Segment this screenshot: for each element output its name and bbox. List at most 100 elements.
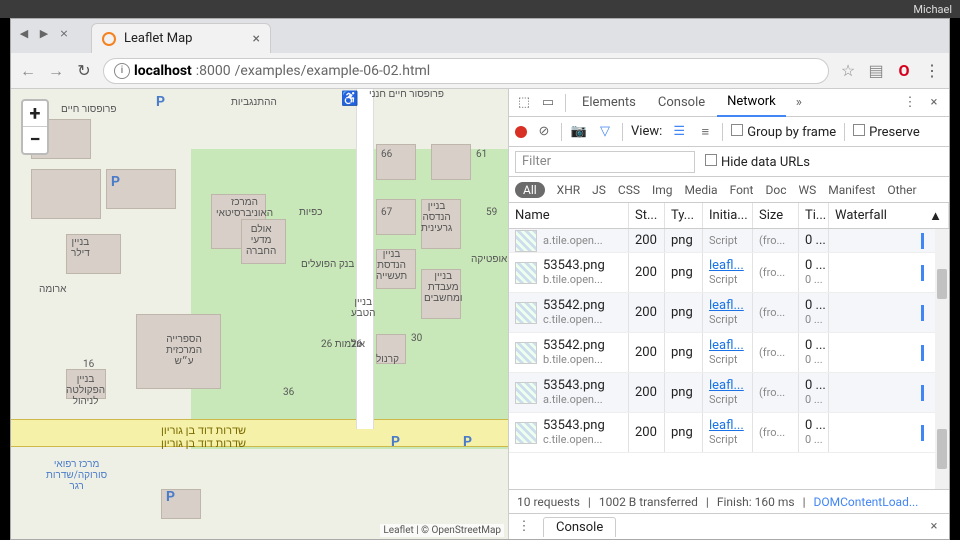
forward-button: → — [47, 61, 65, 81]
zoom-control: + − — [21, 99, 49, 155]
tile-thumbnail-icon — [515, 342, 537, 364]
inspect-icon[interactable]: ⬚ — [513, 95, 535, 110]
col-status: St... — [629, 203, 665, 228]
devtools-drawer: ⋮ Console × — [509, 513, 949, 539]
map-attribution[interactable]: Leaflet | © OpenStreetMap — [380, 524, 504, 537]
devtools-tab-bar: ⬚ ▭ Elements Console Network » ⋮ × — [509, 89, 949, 117]
devtools-menu-icon[interactable]: ⋮ — [899, 95, 921, 110]
back-button[interactable]: ← — [19, 61, 37, 81]
col-size: Size — [753, 203, 799, 228]
url-field[interactable]: i localhost :8000 /examples/example-06-0… — [103, 58, 829, 84]
back-history-icon[interactable]: ◀ — [17, 27, 31, 41]
filter-js[interactable]: JS — [592, 183, 606, 197]
reader-icon[interactable]: ▤ — [867, 61, 885, 80]
status-dcl[interactable]: DOMContentLoad... — [814, 495, 919, 509]
device-mode-icon[interactable]: ▭ — [537, 95, 559, 110]
drawer-console-tab[interactable]: Console — [543, 517, 616, 537]
status-transferred: 1002 B transferred — [599, 495, 698, 509]
waterfall-bar — [921, 233, 924, 249]
filter-css[interactable]: CSS — [618, 183, 640, 197]
col-type: Ty... — [665, 203, 703, 228]
col-name: Name — [509, 203, 629, 228]
site-info-icon[interactable]: i — [114, 63, 130, 79]
view-label: View: — [631, 124, 662, 139]
tile-thumbnail-icon — [515, 302, 537, 324]
request-row[interactable]: 53542.pngb.tile.open... 200 png leafl...… — [509, 333, 949, 373]
waterfall-bar — [921, 265, 924, 281]
request-row[interactable]: 53543.pnga.tile.open... 200 png leafl...… — [509, 373, 949, 413]
tab-console[interactable]: Console — [648, 89, 715, 117]
tab-title: Leaflet Map — [124, 31, 192, 46]
col-waterfall: Waterfall▲ — [829, 203, 949, 228]
tile-thumbnail-icon — [515, 230, 537, 252]
hide-data-urls-checkbox[interactable]: Hide data URLs — [705, 154, 810, 170]
overview-icon[interactable]: ≡ — [696, 124, 714, 140]
network-table: Name St... Ty... Initia... Size Ti... Wa… — [509, 203, 949, 489]
url-port: :8000 — [196, 63, 231, 79]
col-initiator: Initia... — [703, 203, 753, 228]
zoom-out-button[interactable]: − — [23, 127, 47, 153]
filter-row: Filter Hide data URLs — [509, 147, 949, 177]
window-menu-icon[interactable]: ⨯ — [57, 27, 71, 41]
map-tiles: P ♿ P P P P פרופסור חיים פרופסור חיים חנ… — [11, 89, 508, 539]
capture-screenshot-icon[interactable]: 📷 — [570, 124, 588, 139]
status-finish: Finish: 160 ms — [717, 495, 795, 509]
preserve-log-checkbox[interactable]: Preserve — [853, 124, 920, 140]
request-row[interactable]: 53542.pngc.tile.open... 200 png leafl...… — [509, 293, 949, 333]
devtools-close-icon[interactable]: × — [923, 95, 945, 110]
menu-icon[interactable]: ⋮ — [923, 61, 941, 80]
filter-input[interactable]: Filter — [515, 151, 695, 173]
os-username: Michael — [913, 3, 952, 16]
waterfall-bar — [921, 385, 924, 401]
browser-tab[interactable]: Leaflet Map × — [91, 23, 271, 53]
tile-thumbnail-icon — [515, 422, 537, 444]
filter-doc[interactable]: Doc — [765, 183, 786, 197]
tile-thumbnail-icon — [515, 262, 537, 284]
network-status-bar: 10 requests | 1002 B transferred | Finis… — [509, 489, 949, 513]
filter-xhr[interactable]: XHR — [557, 183, 580, 197]
url-host: localhost — [134, 63, 192, 79]
table-header[interactable]: Name St... Ty... Initia... Size Ti... Wa… — [509, 203, 949, 229]
fwd-history-icon[interactable]: ▶ — [37, 27, 51, 41]
table-scrollbar[interactable] — [935, 229, 949, 489]
filter-ws[interactable]: WS — [798, 183, 816, 197]
tab-close-icon[interactable]: × — [253, 31, 260, 47]
clear-button[interactable]: ⊘ — [535, 124, 553, 139]
group-by-frame-checkbox[interactable]: Group by frame — [731, 124, 836, 140]
network-toolbar: ⊘ 📷 ▽ View: ☰ ≡ Group by frame Preserve — [509, 117, 949, 147]
waterfall-bar — [921, 305, 924, 321]
filter-img[interactable]: Img — [652, 183, 673, 197]
address-bar: ← → ↻ i localhost :8000 /examples/exampl… — [11, 53, 949, 89]
filter-toggle-icon[interactable]: ▽ — [596, 124, 614, 139]
col-time: Ti... — [799, 203, 829, 228]
tab-strip: ◀ ▶ ⨯ Leaflet Map × — [11, 19, 949, 53]
filter-all[interactable]: All — [515, 182, 545, 198]
zoom-in-button[interactable]: + — [23, 101, 47, 127]
waterfall-bar — [921, 425, 924, 441]
drawer-menu-icon[interactable]: ⋮ — [515, 519, 533, 534]
bookmark-icon[interactable]: ☆ — [839, 61, 857, 80]
tile-thumbnail-icon — [515, 382, 537, 404]
filter-other[interactable]: Other — [887, 183, 916, 197]
request-row[interactable]: 53543.pngc.tile.open... 200 png leafl...… — [509, 413, 949, 453]
reload-button[interactable]: ↻ — [75, 61, 93, 80]
url-path: /examples/example-06-02.html — [235, 63, 431, 79]
leaflet-favicon-icon — [102, 32, 116, 46]
opera-icon[interactable]: O — [895, 61, 913, 80]
browser-window: ◀ ▶ ⨯ Leaflet Map × ← → ↻ i localhost :8… — [10, 18, 950, 540]
request-row[interactable]: a.tile.open... 200 png Script (fro... 0 … — [509, 229, 949, 253]
devtools-panel: ⬚ ▭ Elements Console Network » ⋮ × ⊘ 📷 ▽… — [508, 89, 949, 539]
request-row[interactable]: 53543.pngb.tile.open... 200 png leafl...… — [509, 253, 949, 293]
more-tabs-icon[interactable]: » — [788, 95, 810, 110]
record-button[interactable] — [515, 126, 527, 138]
filter-font[interactable]: Font — [730, 183, 754, 197]
filter-media[interactable]: Media — [685, 183, 718, 197]
leaflet-map[interactable]: P ♿ P P P P פרופסור חיים פרופסור חיים חנ… — [11, 89, 508, 539]
tab-network[interactable]: Network — [717, 89, 786, 117]
large-rows-icon[interactable]: ☰ — [670, 124, 688, 139]
filter-manifest[interactable]: Manifest — [828, 183, 875, 197]
drawer-close-icon[interactable]: × — [925, 519, 943, 534]
waterfall-bar — [921, 345, 924, 361]
tab-elements[interactable]: Elements — [572, 89, 646, 117]
type-filter-row: All XHR JS CSS Img Media Font Doc WS Man… — [509, 177, 949, 203]
